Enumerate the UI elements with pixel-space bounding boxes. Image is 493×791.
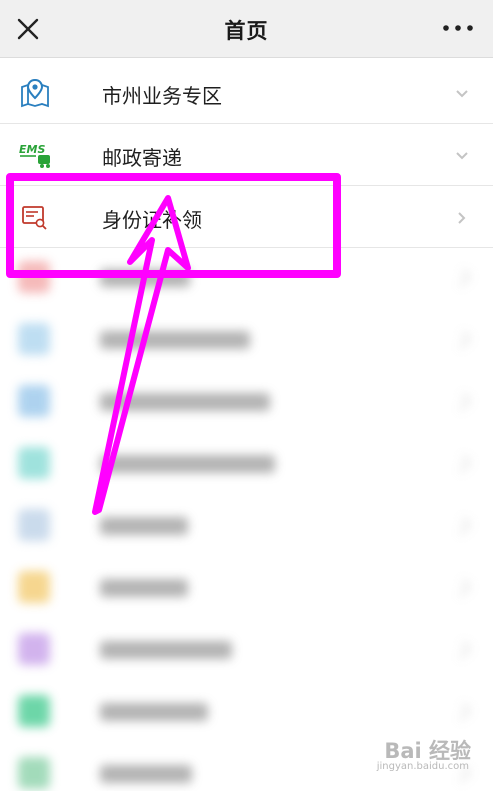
blurred-icon xyxy=(18,323,50,355)
blurred-icon xyxy=(18,447,50,479)
service-list: 市州业务专区 EMS 邮政寄递 身份证补领 xyxy=(0,62,493,248)
more-dots-icon[interactable] xyxy=(441,16,475,40)
blurred-list-item xyxy=(0,433,493,495)
list-item-label: 市州业务专区 xyxy=(102,84,222,108)
svg-text:EMS: EMS xyxy=(19,143,45,156)
blurred-list-item xyxy=(0,619,493,681)
list-item-city-zone[interactable]: 市州业务专区 xyxy=(0,62,493,124)
blurred-list-item xyxy=(0,557,493,619)
blurred-list-item xyxy=(0,371,493,433)
blurred-list xyxy=(0,247,493,791)
page-title: 首页 xyxy=(224,19,269,43)
blurred-list-item xyxy=(0,247,493,309)
chevron-right-icon xyxy=(458,212,466,224)
ems-truck-icon: EMS xyxy=(19,143,50,168)
blurred-icon xyxy=(18,757,50,789)
id-card-search-icon xyxy=(22,206,47,230)
blurred-icon xyxy=(18,385,50,417)
blurred-icon xyxy=(18,571,50,603)
chevron-down-icon xyxy=(456,90,468,98)
blurred-list-item xyxy=(0,681,493,743)
list-item-label: 身份证补领 xyxy=(102,208,202,232)
watermark-url: jingyan.baidu.com xyxy=(376,761,469,772)
blurred-icon xyxy=(18,509,50,541)
blurred-icon xyxy=(18,633,50,665)
blurred-list-item xyxy=(0,309,493,371)
blurred-list-item xyxy=(0,495,493,557)
list-item-label: 邮政寄递 xyxy=(102,146,182,170)
blurred-icon xyxy=(18,695,50,727)
list-item-id-card-reissue[interactable]: 身份证补领 xyxy=(0,186,493,248)
list-item-postal[interactable]: EMS 邮政寄递 xyxy=(0,124,493,186)
watermark: Bai 经验 jingyan.baidu.com xyxy=(376,735,471,773)
chevron-down-icon xyxy=(456,152,468,160)
blurred-icon xyxy=(18,261,50,293)
map-pin-icon xyxy=(21,78,49,108)
nav-bar: 首页 xyxy=(0,0,493,58)
